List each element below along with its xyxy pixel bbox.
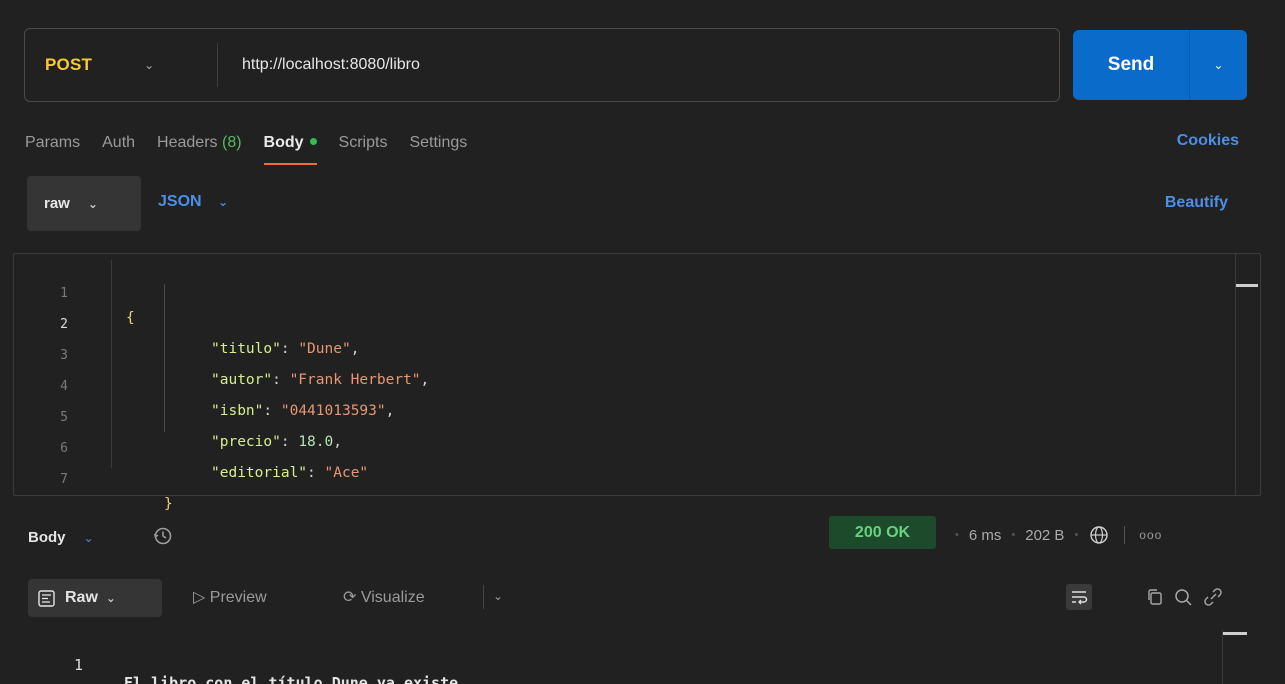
tab-auth[interactable]: Auth — [102, 134, 135, 152]
separator-dot: • — [1011, 529, 1016, 541]
response-scrollbar[interactable] — [1222, 630, 1223, 684]
code-line: 5 "precio": 18.0, — [14, 382, 342, 450]
raw-view-icon — [38, 589, 55, 607]
response-view-label: Raw — [65, 589, 98, 606]
line-number: 7 — [60, 472, 68, 487]
request-body-editor[interactable]: 1 { 2 "titulo": "Dune", 3 "autor": "Fran… — [13, 253, 1261, 512]
visualize-label: Visualize — [360, 589, 425, 606]
response-section-select[interactable]: Body ⌄ — [28, 529, 94, 546]
beautify-button[interactable]: Beautify — [1165, 194, 1228, 212]
code-line: 6 "editorial": "Ace" — [14, 413, 368, 481]
body-modified-dot — [309, 138, 317, 146]
json-value: "Ace" — [324, 465, 369, 481]
json-key: "titulo" — [211, 341, 281, 357]
json-key: "autor" — [211, 372, 273, 388]
line-number: 2 — [60, 317, 68, 332]
send-button[interactable]: Send ⌄ — [1073, 30, 1247, 100]
copy-icon[interactable] — [1142, 584, 1168, 610]
code-line: 4 "isbn": "0441013593", — [14, 351, 394, 419]
visualize-options-chevron-icon[interactable]: ⌄ — [493, 589, 503, 603]
line-number: 4 — [60, 379, 68, 394]
request-tabs: Params Auth Headers (8) Body Scripts Set… — [25, 130, 489, 165]
divider — [217, 43, 218, 87]
chevron-down-icon: ⌄ — [144, 58, 155, 72]
send-options-chevron-icon[interactable]: ⌄ — [1190, 58, 1247, 72]
response-line: 1 El libro con el título Dune ya existe — [0, 638, 458, 684]
visualize-button[interactable]: ⟳ Visualize — [343, 587, 425, 607]
tab-headers[interactable]: Headers (8) — [157, 134, 242, 152]
preview-button[interactable]: ▷ Preview — [193, 587, 267, 607]
globe-icon[interactable] — [1088, 524, 1110, 546]
visualize-icon: ⟳ — [343, 589, 357, 606]
chevron-down-icon: ⌄ — [87, 196, 98, 211]
format-select[interactable]: JSON ⌄ — [158, 193, 228, 211]
request-url-bar: POST ⌄ http://localhost:8080/libro — [24, 28, 1060, 102]
open-brace: { — [126, 310, 135, 326]
chevron-down-icon: ⌄ — [218, 195, 229, 209]
code-line: 3 "autor": "Frank Herbert", — [14, 320, 429, 388]
line-number: 1 — [74, 656, 84, 674]
body-type-label: raw — [44, 195, 70, 212]
line-number: 5 — [60, 410, 68, 425]
response-size[interactable]: 202 B — [1025, 527, 1064, 544]
json-value: "Frank Herbert" — [289, 372, 421, 388]
format-label: JSON — [158, 193, 202, 210]
method-select[interactable]: POST ⌄ — [25, 29, 217, 101]
response-scroll-thumb[interactable] — [1223, 632, 1247, 635]
link-icon[interactable] — [1200, 584, 1226, 610]
method-label: POST — [45, 55, 93, 74]
code-line: 7 } — [14, 444, 173, 512]
json-value: "Dune" — [298, 341, 351, 357]
json-key: "precio" — [211, 434, 281, 450]
divider — [1124, 526, 1126, 544]
response-text: El libro con el título Dune ya existe — [124, 674, 459, 684]
code-line: 1 { — [14, 258, 135, 326]
chevron-down-icon: ⌄ — [105, 591, 116, 605]
response-section-label: Body — [28, 529, 66, 546]
cookies-link[interactable]: Cookies — [1177, 132, 1239, 150]
tab-body[interactable]: Body — [263, 134, 317, 165]
chevron-down-icon: ⌄ — [83, 531, 94, 545]
divider — [483, 585, 484, 609]
indent-guide — [164, 284, 165, 432]
line-number: 3 — [60, 348, 68, 363]
code-line: 2 "titulo": "Dune", — [14, 289, 359, 357]
play-icon: ▷ — [193, 589, 206, 606]
json-value: 18.0 — [298, 434, 334, 450]
tab-scripts[interactable]: Scripts — [339, 134, 388, 152]
gutter-divider — [111, 260, 112, 468]
response-time[interactable]: 6 ms — [969, 527, 1002, 544]
status-badge[interactable]: 200 OK — [829, 516, 936, 549]
line-number: 1 — [60, 286, 68, 301]
send-label: Send — [1107, 54, 1155, 75]
separator-dot: • — [1074, 529, 1079, 541]
response-metrics: • 6 ms • 202 B • ooo — [945, 524, 1162, 546]
editor-scrollbar[interactable] — [1235, 254, 1236, 495]
editor-scroll-thumb[interactable] — [1236, 284, 1258, 287]
json-key: "isbn" — [211, 403, 264, 419]
close-brace: } — [164, 496, 173, 512]
tab-settings[interactable]: Settings — [409, 134, 467, 152]
tab-params[interactable]: Params — [25, 134, 80, 152]
headers-count: (8) — [221, 134, 242, 151]
line-number: 6 — [60, 441, 68, 456]
history-icon[interactable] — [152, 525, 174, 547]
json-value: "0441013593" — [280, 403, 386, 419]
more-options-icon[interactable]: ooo — [1139, 528, 1162, 542]
json-key: "editorial" — [211, 465, 308, 481]
search-icon[interactable] — [1170, 584, 1196, 610]
response-view-select[interactable]: Raw ⌄ — [28, 579, 162, 617]
body-type-select[interactable]: raw ⌄ — [27, 176, 141, 231]
url-input[interactable]: http://localhost:8080/libro — [242, 56, 420, 74]
separator-dot: • — [955, 529, 959, 541]
word-wrap-icon[interactable] — [1066, 584, 1092, 610]
preview-label: Preview — [209, 589, 267, 606]
